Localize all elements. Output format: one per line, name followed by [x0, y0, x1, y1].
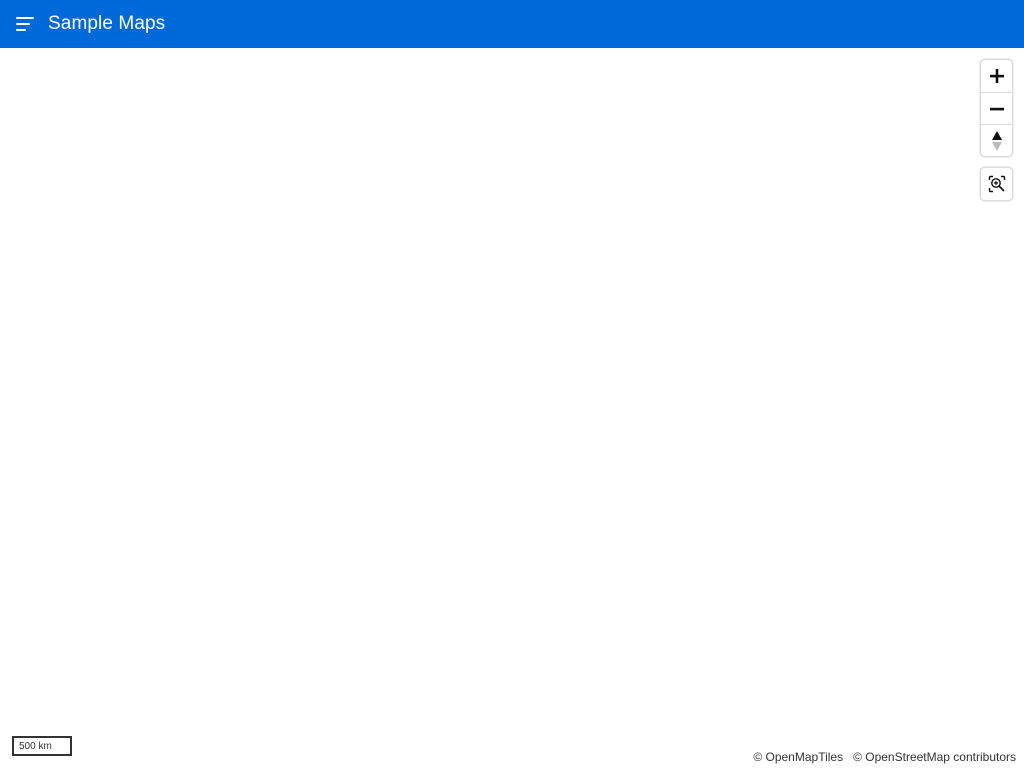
zoom-in-button[interactable] — [981, 60, 1012, 92]
menu-icon-bar — [16, 17, 34, 19]
zoom-out-button[interactable] — [981, 92, 1012, 124]
map-attribution: © OpenMapTiles © OpenStreetMap contribut… — [753, 750, 1016, 764]
scale-bar: 500 km — [12, 736, 72, 756]
attribution-openmaptiles-link[interactable]: © OpenMapTiles — [753, 750, 843, 764]
navigation-controls — [981, 60, 1012, 156]
zoom-to-fit-control — [981, 168, 1012, 200]
minus-icon — [989, 107, 1004, 110]
plus-icon — [989, 69, 1004, 83]
compass-icon — [991, 130, 1002, 151]
zoom-to-fit-icon — [988, 175, 1005, 193]
app-window: Sample Maps 500 km © OpenMapTiles © Open… — [0, 0, 1024, 768]
zoom-to-fit-button[interactable] — [981, 168, 1012, 200]
app-header: Sample Maps — [0, 0, 1024, 48]
reset-bearing-button[interactable] — [981, 124, 1012, 156]
menu-button[interactable] — [16, 17, 34, 31]
map-canvas[interactable]: 500 km © OpenMapTiles © OpenStreetMap co… — [0, 48, 1024, 768]
menu-icon-bar — [16, 29, 26, 31]
attribution-openstreetmap-link[interactable]: © OpenStreetMap contributors — [853, 750, 1016, 764]
page-title: Sample Maps — [48, 13, 166, 34]
menu-icon-bar — [16, 23, 30, 25]
